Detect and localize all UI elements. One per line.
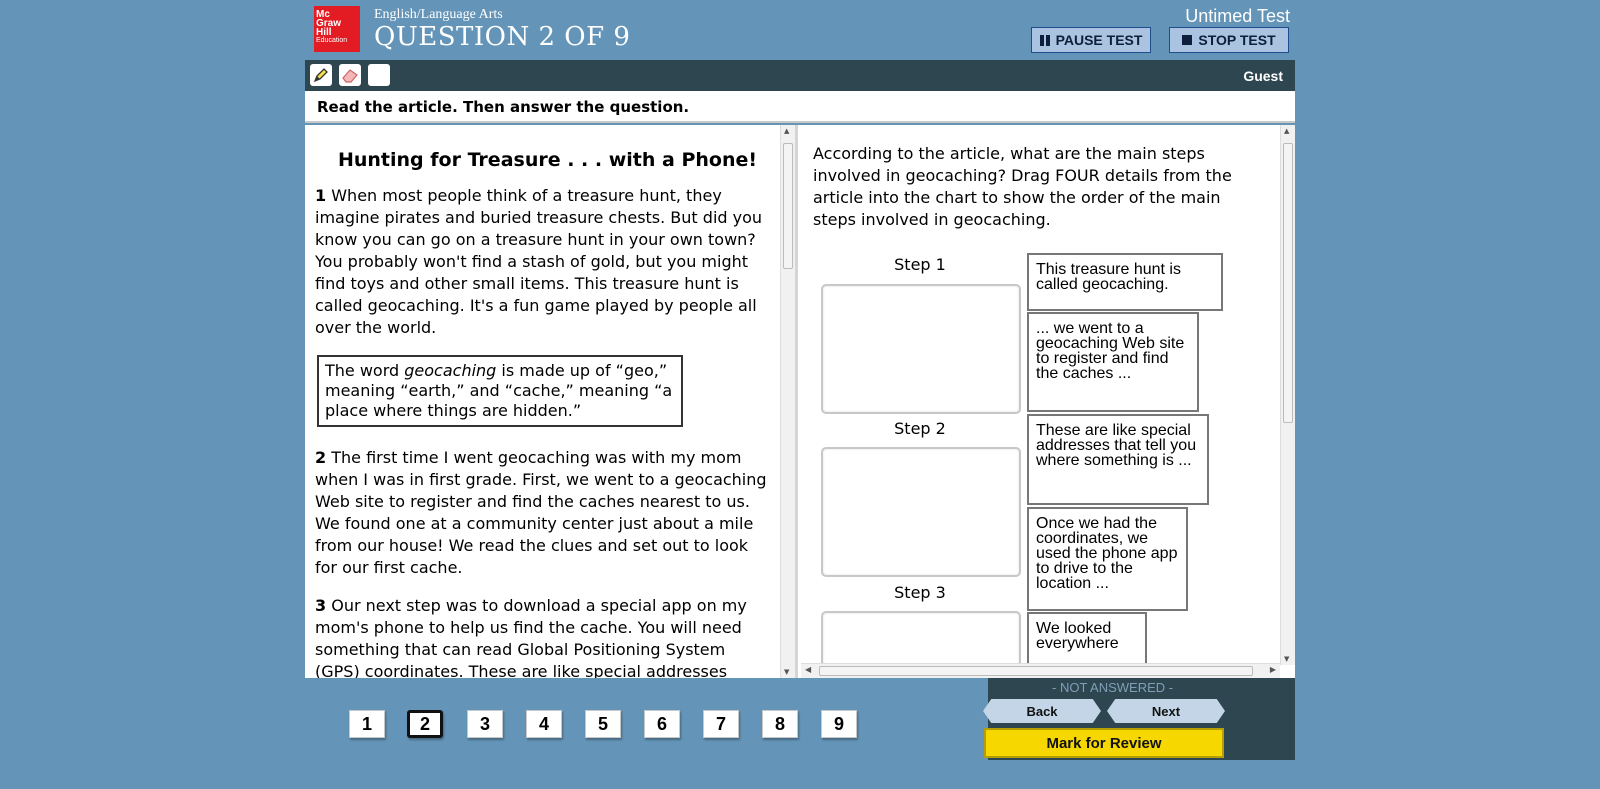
definition-word: geocaching [404,361,497,380]
question-title: QUESTION 2 OF 9 [374,22,631,52]
question-number-2[interactable]: 2 [407,710,443,738]
scroll-down-icon[interactable]: ▼ [1284,655,1289,663]
highlighter-icon[interactable] [310,64,332,86]
article-title: Hunting for Treasure . . . with a Phone! [337,149,758,171]
answer-status: - NOT ANSWERED - [1052,680,1174,695]
content-panels: Hunting for Treasure . . . with a Phone!… [305,125,1295,678]
paragraph-1: 1 When most people think of a treasure h… [315,185,770,339]
stop-icon [1182,35,1193,45]
question-number-6[interactable]: 6 [644,710,680,738]
scroll-up-icon[interactable]: ▲ [1284,127,1289,135]
article-text: Hunting for Treasure . . . with a Phone!… [315,149,770,678]
article-scrollbar[interactable]: ▲ ▼ [780,125,795,678]
step-1-drop-zone[interactable] [821,284,1021,414]
question-number-9[interactable]: 9 [821,710,857,738]
stop-test-button[interactable]: STOP TEST [1169,27,1289,53]
scroll-left-icon[interactable]: ◀ [805,665,811,674]
tool-bar: Guest [305,60,1295,91]
paragraph-number: 1 [315,186,327,205]
question-number-7[interactable]: 7 [703,710,739,738]
paragraph-3: 3 Our next step was to download a specia… [315,595,770,678]
question-number-5[interactable]: 5 [585,710,621,738]
scroll-thumb[interactable] [1283,143,1293,423]
stop-test-label: STOP TEST [1198,32,1276,48]
drag-tile[interactable]: These are like special addresses that te… [1027,414,1209,505]
question-prompt: According to the article, what are the m… [813,144,1232,229]
question-number-3[interactable]: 3 [467,710,503,738]
question-scrollbar[interactable]: ▲ ▼ [1280,125,1295,665]
subject-label: English/Language Arts [374,7,503,22]
paragraph-text: The first time I went geocaching was wit… [315,448,767,577]
scroll-right-icon[interactable]: ▶ [1270,665,1276,674]
step-2-label: Step 2 [894,419,946,438]
next-button[interactable]: Next [1107,699,1225,723]
scroll-up-icon[interactable]: ▲ [784,127,789,135]
pause-test-label: PAUSE TEST [1055,32,1143,48]
drag-tile[interactable]: ... we went to a geocaching Web site to … [1027,312,1199,412]
user-name: Guest [1243,68,1283,84]
question-panel: According to the article, what are the m… [801,125,1295,678]
paragraph-number: 2 [315,448,327,467]
pause-test-button[interactable]: PAUSE TEST [1031,27,1151,53]
pause-icon [1039,34,1050,46]
question-number-1[interactable]: 1 [349,710,385,738]
paragraph-text: When most people think of a treasure hun… [315,186,763,337]
horizontal-scrollbar[interactable]: ◀ ▶ [801,663,1280,678]
paragraph-number: 3 [315,596,327,615]
drag-tile[interactable]: This treasure hunt is called geocaching. [1027,253,1223,311]
scroll-down-icon[interactable]: ▼ [784,668,789,676]
definition-box: The word geocaching is made up of “geo,”… [317,355,683,427]
eraser-icon[interactable] [339,64,361,86]
step-1-label: Step 1 [894,255,946,274]
scroll-thumb[interactable] [819,666,1253,676]
question-number-4[interactable]: 4 [526,710,562,738]
step-2-drop-zone[interactable] [821,447,1021,577]
back-button[interactable]: Back [983,699,1101,723]
blank-tool-icon[interactable] [368,64,390,86]
instruction-bar: Read the article. Then answer the questi… [305,91,1295,123]
article-panel: Hunting for Treasure . . . with a Phone!… [305,125,798,678]
timer-mode: Untimed Test [1185,6,1290,26]
question-number-8[interactable]: 8 [762,710,798,738]
paragraph-2: 2 The first time I went geocaching was w… [315,447,770,579]
step-3-label: Step 3 [894,583,946,602]
mcgraw-hill-logo: Mc Graw Hill Education [314,6,360,52]
scroll-thumb[interactable] [783,143,793,269]
drag-tile[interactable]: Once we had the coordinates, we used the… [1027,507,1188,611]
mark-for-review-button[interactable]: Mark for Review [984,728,1224,758]
definition-text: The word [325,361,405,380]
paragraph-text: Our next step was to download a special … [315,596,747,678]
